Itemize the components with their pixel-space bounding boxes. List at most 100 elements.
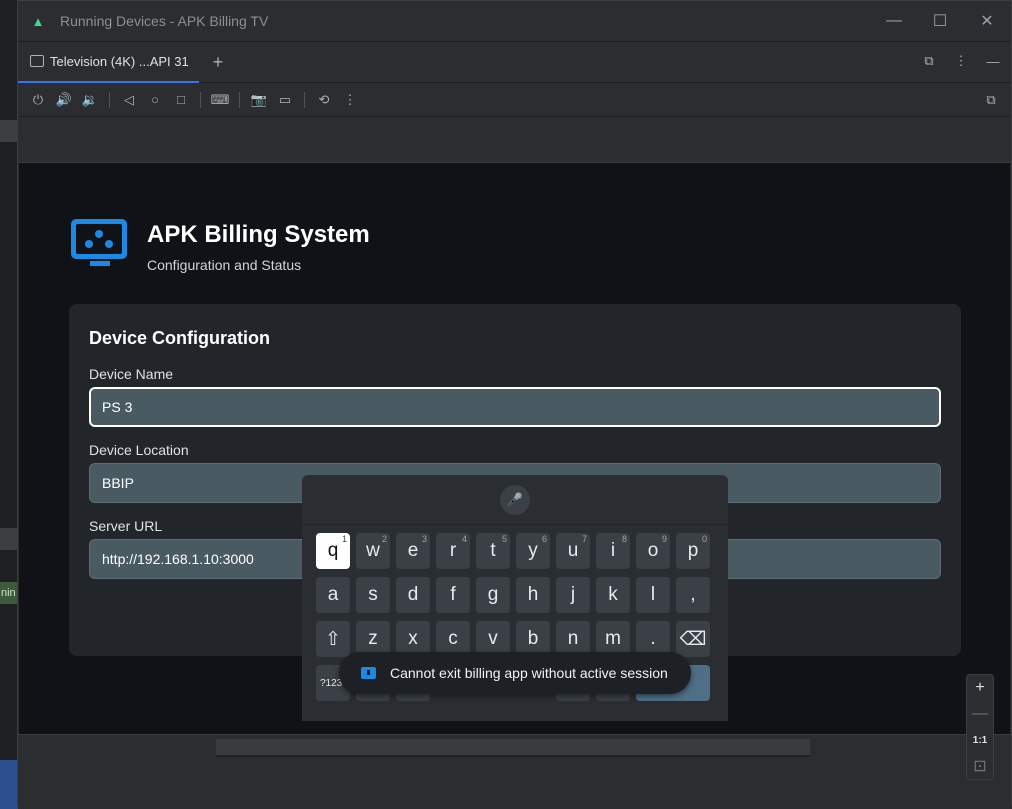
key-label: r	[449, 540, 457, 561]
tv-stand	[216, 739, 810, 757]
key-w[interactable]: w2	[356, 533, 390, 569]
maximize-button[interactable]: ☐	[928, 9, 952, 33]
toolbar-divider	[109, 91, 110, 108]
zoom-fit-button[interactable]: ⊡	[967, 753, 993, 779]
key-label: q	[327, 540, 339, 561]
key-k[interactable]: k	[596, 577, 630, 613]
toast-text: Cannot exit billing app without active s…	[390, 665, 668, 681]
screenshot-icon[interactable]: 📷	[249, 89, 269, 111]
ide-status-fragment	[0, 760, 18, 809]
key-number-hint: 4	[461, 534, 467, 544]
app-title: APK Billing System	[147, 221, 370, 248]
more-vert-icon[interactable]: ⋮	[951, 50, 971, 72]
key-u[interactable]: u7	[556, 533, 590, 569]
title-bar[interactable]: ▲ Running Devices - APK Billing TV — ☐ ✕	[18, 1, 1011, 41]
device-name-input[interactable]: PS 3	[89, 387, 941, 427]
ide-gutter-marker	[0, 528, 18, 550]
more-vert-icon[interactable]: ⋮	[340, 89, 360, 111]
key-t[interactable]: t5	[476, 533, 510, 569]
keyboard-input-icon[interactable]: ⌨	[210, 89, 230, 111]
volume-up-icon[interactable]: 🔊	[54, 89, 74, 111]
overview-icon[interactable]: □	[171, 89, 191, 111]
toolbar-divider	[304, 91, 305, 108]
key-number-hint: 5	[501, 534, 507, 544]
app-header: APK Billing System Configuration and Sta…	[71, 219, 370, 273]
back-icon[interactable]: ◁	[119, 89, 139, 111]
device-mirror-icon[interactable]: ⧉	[981, 89, 1001, 111]
ide-run-tab-fragment[interactable]: nin	[0, 582, 18, 604]
volume-down-icon[interactable]: 🔉	[80, 89, 100, 111]
key-g[interactable]: g	[476, 577, 510, 613]
key-y[interactable]: y6	[516, 533, 550, 569]
toast-message: Cannot exit billing app without active s…	[339, 652, 691, 694]
tab-label: Television (4K) ...API 31	[50, 53, 189, 69]
app-icon	[361, 667, 376, 679]
key-a[interactable]: a	[316, 577, 350, 613]
key-label: o	[647, 540, 659, 561]
zoom-in-button[interactable]: +	[967, 675, 993, 701]
ide-background-panel: nin	[0, 0, 18, 809]
key-comma[interactable]: ,	[676, 577, 710, 613]
backspace-key[interactable]: ⌫	[676, 621, 710, 657]
key-number-hint: 2	[381, 534, 387, 544]
running-devices-window: ▲ Running Devices - APK Billing TV — ☐ ✕…	[17, 0, 1012, 807]
key-j[interactable]: j	[556, 577, 590, 613]
key-number-hint: 7	[581, 534, 587, 544]
key-label: e	[407, 540, 419, 561]
tv-device-icon	[30, 55, 44, 67]
zoom-actual-size-button[interactable]: 1:1	[967, 727, 993, 753]
key-i[interactable]: i8	[596, 533, 630, 569]
zoom-out-button[interactable]: —	[967, 701, 993, 727]
key-l[interactable]: l	[636, 577, 670, 613]
app-subtitle: Configuration and Status	[147, 257, 302, 273]
key-r[interactable]: r4	[436, 533, 470, 569]
android-icon: ▲	[31, 13, 45, 29]
close-button[interactable]: ✕	[975, 9, 999, 33]
reset-orientation-icon[interactable]: ⟲	[314, 89, 334, 111]
key-number-hint: 8	[621, 534, 627, 544]
home-icon[interactable]: ○	[145, 89, 165, 111]
screen-record-icon[interactable]: ▭	[275, 89, 295, 111]
toolbar-divider	[239, 91, 240, 108]
key-label: t	[490, 540, 496, 561]
device-screen[interactable]: APK Billing System Configuration and Sta…	[29, 171, 1001, 721]
hide-icon[interactable]: —	[983, 50, 1003, 72]
add-device-button[interactable]: +	[213, 52, 224, 73]
key-s[interactable]: s	[356, 577, 390, 613]
emulator-toolbar: ⏻ 🔊 🔉 ◁ ○ □ ⌨ 📷 ▭ ⟲ ⋮ ⧉	[18, 83, 1011, 117]
microphone-icon[interactable]: 🎤	[500, 484, 530, 515]
key-f[interactable]: f	[436, 577, 470, 613]
key-number-hint: 9	[661, 534, 667, 544]
power-icon[interactable]: ⏻	[28, 89, 48, 111]
key-o[interactable]: o9	[636, 533, 670, 569]
key-e[interactable]: e3	[396, 533, 430, 569]
ide-gutter-marker	[0, 120, 18, 142]
device-display-frame: APK Billing System Configuration and Sta…	[19, 162, 1010, 734]
display-padding	[18, 117, 1011, 161]
minimize-button[interactable]: —	[882, 9, 906, 33]
shift-key[interactable]: ⇧	[316, 621, 350, 657]
key-h[interactable]: h	[516, 577, 550, 613]
key-label: u	[567, 540, 579, 561]
key-number-hint: 3	[421, 534, 427, 544]
key-label: p	[687, 540, 699, 561]
tv-logo-icon	[71, 219, 129, 269]
window-mode-icon[interactable]: ⧉	[919, 50, 939, 72]
tab-television-4k[interactable]: Television (4K) ...API 31	[18, 42, 199, 83]
device-tab-bar: Television (4K) ...API 31 + ⧉ ⋮ —	[18, 41, 1011, 83]
key-label: w	[366, 540, 380, 561]
card-title: Device Configuration	[89, 328, 271, 348]
key-number-hint: 6	[541, 534, 547, 544]
key-label: i	[610, 540, 616, 561]
device-name-label: Device Name	[89, 366, 174, 382]
zoom-controls: + — 1:1 ⊡	[966, 674, 994, 780]
server-url-label: Server URL	[89, 518, 163, 534]
key-number-hint: 0	[701, 534, 707, 544]
key-d[interactable]: d	[396, 577, 430, 613]
key-p[interactable]: p0	[676, 533, 710, 569]
key-q[interactable]: q1	[316, 533, 350, 569]
window-title: Running Devices - APK Billing TV	[60, 13, 269, 29]
key-label: y	[528, 540, 538, 561]
device-location-label: Device Location	[89, 442, 189, 458]
toolbar-divider	[200, 91, 201, 108]
